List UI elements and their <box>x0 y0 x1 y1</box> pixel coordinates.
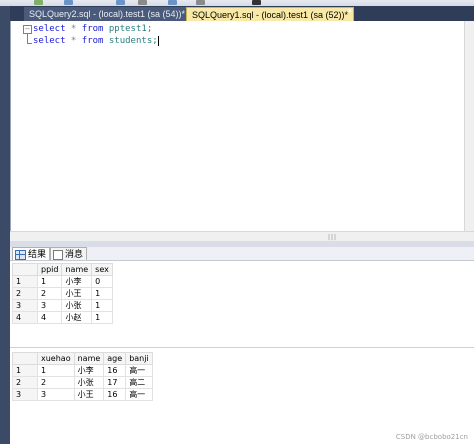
grid-cell[interactable]: 高二 <box>125 376 153 389</box>
column-header[interactable]: xuehao <box>37 352 75 365</box>
column-header[interactable]: name <box>61 263 93 276</box>
table-row[interactable]: 3 3 小王 16 高一 <box>12 388 153 401</box>
toolbar-button[interactable] <box>168 0 177 5</box>
toolbar-button[interactable] <box>34 0 43 5</box>
table-row[interactable]: 2 2 小张 17 高二 <box>12 376 153 389</box>
tab-sqlquery1[interactable]: SQLQuery1.sql - (local).test1 (sa (52))* <box>186 7 355 22</box>
document-tab-strip: SQLQuery2.sql - (local).test1 (sa (54))*… <box>10 6 474 22</box>
toolbar-button[interactable] <box>64 0 73 5</box>
grid-cell[interactable]: 1 <box>91 299 113 312</box>
code-line: select * from pptest1; <box>33 24 153 34</box>
grid-cell[interactable]: 小王 <box>73 388 105 401</box>
column-header[interactable]: name <box>73 352 105 365</box>
toolbar-button[interactable] <box>252 0 261 5</box>
code-line: select * from students; <box>33 35 159 46</box>
toolbar-button[interactable] <box>196 0 205 5</box>
row-number[interactable]: 2 <box>12 287 38 300</box>
collapse-icon[interactable]: − <box>23 25 32 34</box>
column-header[interactable]: banji <box>125 352 153 365</box>
grid-cell[interactable]: 小张 <box>61 299 93 312</box>
grid-cell[interactable]: 小赵 <box>61 311 93 324</box>
grid-cell[interactable]: 2 <box>37 376 75 389</box>
table-row[interactable]: 1 1 小李 16 高一 <box>12 364 153 377</box>
toolbar-button[interactable] <box>116 0 125 5</box>
editor-margin <box>11 21 31 231</box>
row-number[interactable]: 1 <box>12 275 38 288</box>
grid-cell[interactable]: 高一 <box>125 388 153 401</box>
row-number-header <box>12 263 38 276</box>
toolbar-button[interactable] <box>138 0 147 5</box>
tab-messages-label: 消息 <box>65 249 84 259</box>
grid-cell[interactable]: 16 <box>103 364 127 377</box>
row-number[interactable]: 3 <box>12 299 38 312</box>
table-row[interactable]: 2 2 小王 1 <box>12 287 113 300</box>
tab-sqlquery2[interactable]: SQLQuery2.sql - (local).test1 (sa (54))* <box>24 7 191 21</box>
grid-cell[interactable]: 1 <box>91 311 113 324</box>
result-grid-pptest1[interactable]: ppid name sex 1 1 小李 0 2 2 小王 1 3 3 小张 1… <box>12 263 113 324</box>
grid-cell[interactable]: 小李 <box>73 364 105 377</box>
query-editor[interactable]: − select * from pptest1; select * from s… <box>10 21 465 231</box>
column-header[interactable]: sex <box>91 263 113 276</box>
left-gutter <box>0 6 10 444</box>
outline-line <box>27 43 32 44</box>
chevron-down-icon[interactable]: ▾ <box>348 7 357 16</box>
grid-cell[interactable]: 1 <box>91 287 113 300</box>
row-number[interactable]: 2 <box>12 376 38 389</box>
grid-cell[interactable]: 小王 <box>61 287 93 300</box>
tab-results-label: 结果 <box>28 249 47 259</box>
grid-icon <box>15 249 26 260</box>
grid-divider <box>10 347 474 348</box>
grid-header-row: xuehao name age banji <box>12 352 153 365</box>
results-tab-strip: 结果 消息 <box>10 247 474 261</box>
row-number[interactable]: 3 <box>12 388 38 401</box>
tab-results[interactable]: 结果 <box>12 247 51 261</box>
column-header[interactable]: age <box>103 352 127 365</box>
table-row[interactable]: 3 3 小张 1 <box>12 299 113 312</box>
results-pane: ppid name sex 1 1 小李 0 2 2 小王 1 3 3 小张 1… <box>10 260 474 445</box>
editor-vertical-scrollbar[interactable] <box>464 21 474 231</box>
message-icon <box>53 249 63 260</box>
grid-cell[interactable]: 小李 <box>61 275 93 288</box>
row-number-header <box>12 352 38 365</box>
grid-cell[interactable]: 1 <box>37 364 75 377</box>
table-row[interactable]: 4 4 小赵 1 <box>12 311 113 324</box>
scroll-grip-icon[interactable]: ||| <box>328 234 337 241</box>
grid-cell[interactable]: 4 <box>36 311 63 324</box>
watermark: CSDN @bcbobo21cn <box>395 433 468 441</box>
grid-cell[interactable]: 0 <box>91 275 113 288</box>
grid-cell[interactable]: 高一 <box>125 364 153 377</box>
tab-messages[interactable]: 消息 <box>50 247 88 261</box>
grid-cell[interactable]: 1 <box>36 275 63 288</box>
grid-header-row: ppid name sex <box>12 263 113 276</box>
grid-cell[interactable]: 小张 <box>73 376 105 389</box>
grid-cell[interactable]: 17 <box>103 376 127 389</box>
table-row[interactable]: 1 1 小李 0 <box>12 275 113 288</box>
grid-cell[interactable]: 2 <box>36 287 63 300</box>
column-header[interactable]: ppid <box>36 263 63 276</box>
grid-cell[interactable]: 3 <box>37 388 75 401</box>
row-number[interactable]: 4 <box>12 311 38 324</box>
grid-cell[interactable]: 3 <box>36 299 63 312</box>
result-grid-students[interactable]: xuehao name age banji 1 1 小李 16 高一 2 2 小… <box>12 352 153 401</box>
row-number[interactable]: 1 <box>12 364 38 377</box>
grid-cell[interactable]: 16 <box>103 388 127 401</box>
text-caret <box>157 35 159 46</box>
